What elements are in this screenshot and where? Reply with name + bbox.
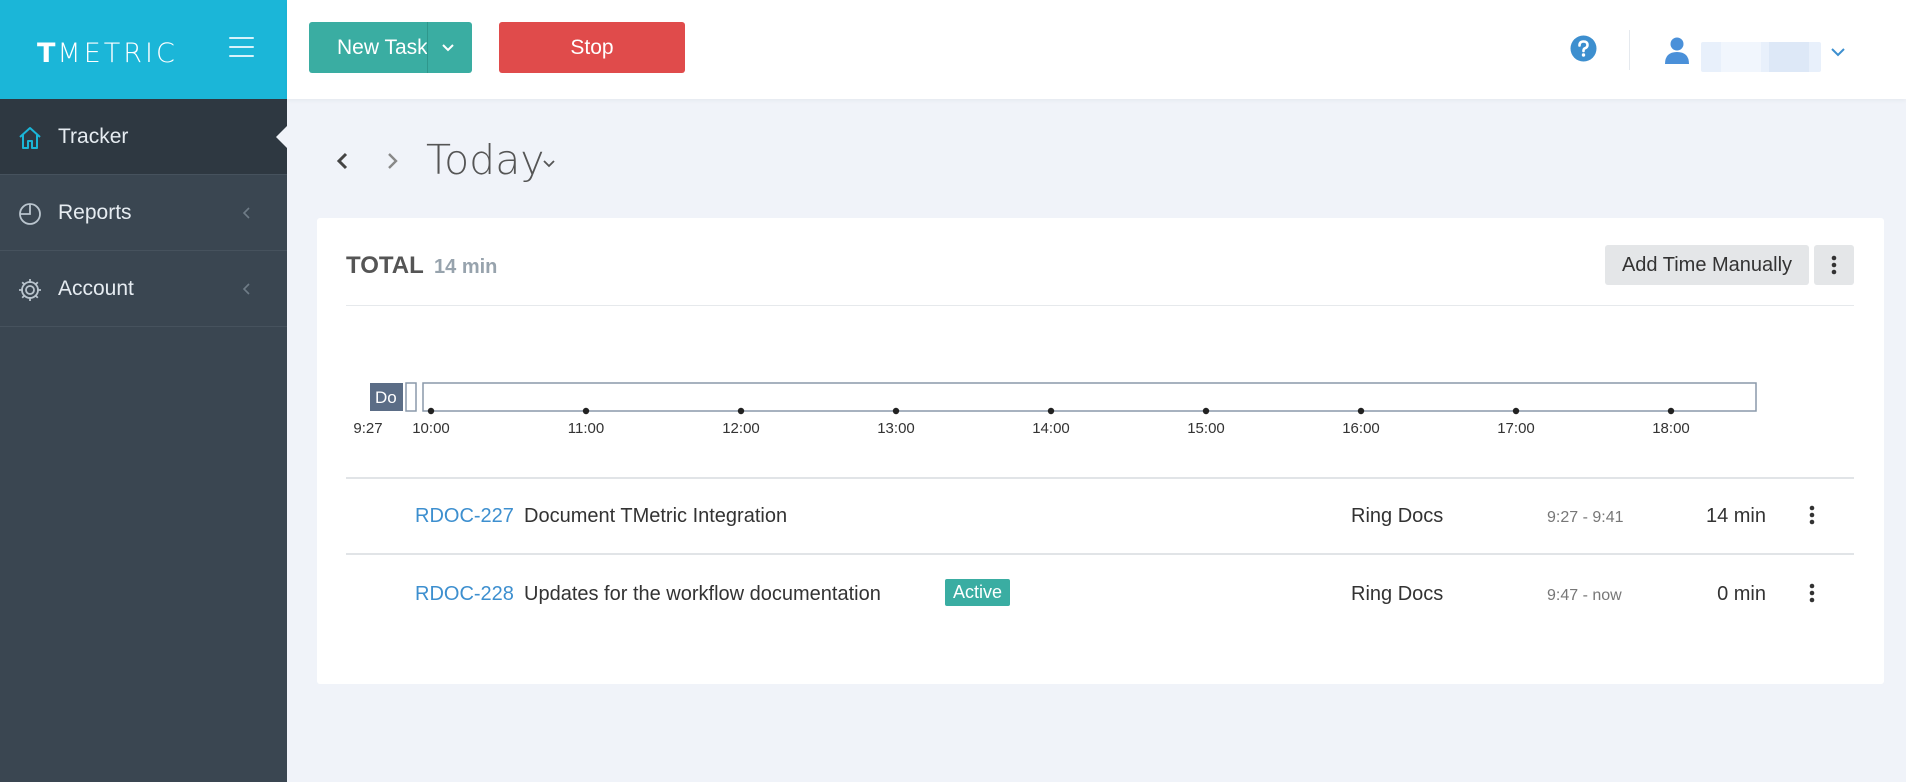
stop-button[interactable]: Stop — [499, 22, 685, 73]
task-duration: 14 min — [1705, 505, 1766, 527]
next-day-icon[interactable] — [382, 148, 402, 174]
timeline-hour-label: 17:00 — [1497, 420, 1535, 433]
card-more-button[interactable] — [1814, 245, 1854, 285]
question-circle-icon[interactable] — [1570, 35, 1597, 62]
time-entries-card: TOTAL 14 min Add Time Manually Do 9:27 1… — [317, 218, 1884, 684]
timeline-hour-dot — [1667, 407, 1675, 415]
new-task-button[interactable]: New Task — [309, 22, 472, 73]
timeline-hour-dot — [892, 407, 900, 415]
sidebar: TMETRIC Tracker Reports Account — [0, 0, 288, 782]
active-status-badge: Active — [945, 579, 1011, 606]
timeline-hour-label: 10:00 — [412, 420, 450, 433]
timeline-hour-dot — [427, 407, 435, 415]
timeline-hour-dot — [737, 407, 745, 415]
sidebar-item-label: Account — [58, 276, 134, 300]
task-project: Ring Docs — [1351, 505, 1444, 527]
home-icon — [19, 127, 41, 149]
sidebar-item-tracker[interactable]: Tracker — [0, 99, 288, 175]
task-name[interactable]: Document TMetric Integration — [524, 505, 787, 528]
sidebar-item-reports[interactable]: Reports — [0, 175, 287, 251]
timeline[interactable]: Do 9:27 10:00 11:00 12:00 13:00 14:00 15:00 16… — [346, 363, 1766, 433]
chevron-left-icon — [242, 283, 250, 295]
brand-header: TMETRIC — [0, 0, 287, 99]
timeline-hour-label: 13:00 — [877, 420, 915, 433]
time-entry-row[interactable]: RDOC-227 Document TMetric Integration Ri… — [346, 479, 1854, 555]
timeline-hour-label: 16:00 — [1342, 420, 1380, 433]
user-name-redacted — [1701, 42, 1821, 72]
timeline-hour-dot — [1512, 407, 1520, 415]
total-duration: 14 min — [434, 256, 498, 278]
tmetric-logo[interactable]: TMETRIC — [37, 38, 178, 69]
vertical-dots-icon[interactable] — [1802, 503, 1822, 527]
topbar-divider — [1629, 30, 1630, 70]
timeline-hour-dot — [1047, 407, 1055, 415]
task-duration: 0 min — [1717, 583, 1766, 605]
add-time-manually-button[interactable]: Add Time Manually — [1605, 245, 1809, 285]
timeline-hour-dot — [1357, 407, 1365, 415]
date-title[interactable]: Today — [426, 136, 545, 184]
total-summary: TOTAL 14 min — [346, 252, 497, 280]
timeline-frame — [422, 382, 1757, 412]
timeline-hour-dot — [1202, 407, 1210, 415]
previous-day-icon[interactable] — [333, 148, 353, 174]
timeline-hour-label: 12:00 — [722, 420, 760, 433]
total-label: TOTAL — [346, 252, 424, 279]
sidebar-item-label: Tracker — [58, 124, 129, 148]
split-divider — [427, 22, 428, 73]
new-task-label: New Task — [337, 36, 428, 59]
timeline-entry-label: Do — [375, 388, 397, 407]
pie-chart-icon — [19, 203, 41, 225]
task-project: Ring Docs — [1351, 583, 1444, 605]
timeline-hour-label: 18:00 — [1652, 420, 1690, 433]
chevron-left-icon — [242, 207, 250, 219]
timeline-hour-label: 15:00 — [1187, 420, 1225, 433]
timeline-hour-label: 14:00 — [1032, 420, 1070, 433]
timeline-start-label: 9:27 — [353, 420, 382, 433]
hamburger-menu-icon[interactable] — [229, 37, 254, 57]
chevron-down-icon[interactable] — [541, 158, 557, 170]
divider — [346, 305, 1854, 306]
time-entry-row[interactable]: RDOC-228 Updates for the workflow docume… — [346, 557, 1854, 633]
task-id-link[interactable]: RDOC-227 — [415, 505, 514, 528]
user-menu[interactable] — [1661, 30, 1861, 72]
timeline-hour-dot — [582, 407, 590, 415]
sidebar-item-account[interactable]: Account — [0, 251, 287, 327]
vertical-dots-icon[interactable] — [1802, 581, 1822, 605]
chevron-down-icon[interactable] — [440, 40, 456, 56]
task-id-link[interactable]: RDOC-228 — [415, 583, 514, 606]
task-time-range: 9:47 - now — [1547, 587, 1622, 604]
vertical-dots-icon — [1831, 255, 1837, 275]
task-time-range: 9:27 - 9:41 — [1547, 509, 1624, 526]
topbar: New Task Stop — [287, 0, 1906, 99]
timeline-entry-bar-active[interactable] — [405, 382, 417, 412]
sidebar-item-label: Reports — [58, 200, 132, 224]
chevron-down-icon — [1831, 48, 1845, 57]
user-icon — [1665, 37, 1689, 64]
task-name[interactable]: Updates for the workflow documentation — [524, 583, 881, 606]
timeline-hour-label: 11:00 — [568, 420, 604, 433]
gear-icon — [19, 279, 41, 301]
